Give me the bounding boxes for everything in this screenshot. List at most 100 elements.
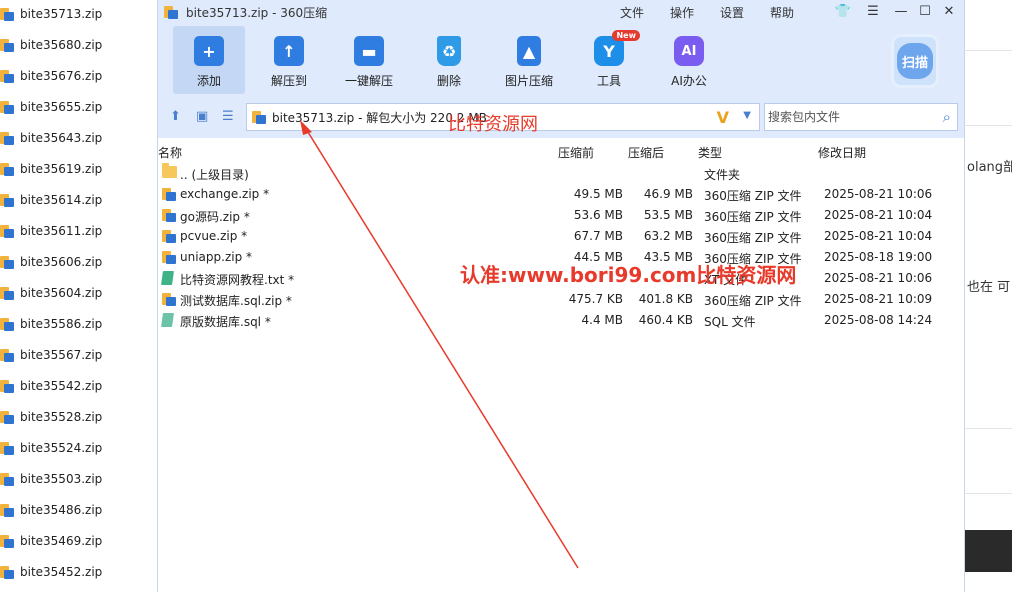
desktop-file-label: bite35452.zip <box>20 565 103 579</box>
desktop-file-item[interactable]: bite35486.zip <box>0 498 102 522</box>
menu-file[interactable]: 文件 <box>620 4 644 21</box>
maximize-button[interactable]: ☐ <box>916 4 934 19</box>
zip-icon <box>0 534 14 548</box>
desktop-file-item[interactable]: bite35542.zip <box>0 374 102 398</box>
file-size-after: 460.4 KB <box>638 313 693 327</box>
tools-button[interactable]: Y New 工具 <box>573 26 645 94</box>
col-type[interactable]: 类型 <box>698 144 722 161</box>
desktop-file-item[interactable]: bite35606.zip <box>0 250 102 274</box>
desktop-file-item[interactable]: bite35524.zip <box>0 436 102 460</box>
menu-help[interactable]: 帮助 <box>770 4 794 21</box>
desktop-file-label: bite35524.zip <box>20 441 103 455</box>
add-button[interactable]: + 添加 <box>173 26 245 94</box>
main-menu-icon[interactable]: ☰ <box>864 4 882 19</box>
file-type: 文件夹 <box>704 168 741 182</box>
file-row[interactable]: .. (上级目录) 文件夹 <box>158 163 964 184</box>
desktop-file-item[interactable]: bite35655.zip <box>0 95 102 119</box>
desktop-file-item[interactable]: bite35680.zip <box>0 33 102 57</box>
search-box: ⌕ <box>764 103 958 131</box>
file-type: 360压缩 ZIP 文件 <box>704 294 802 308</box>
desktop-file-label: bite35713.zip <box>20 7 103 21</box>
list-view-icon[interactable]: ☰ <box>222 109 234 124</box>
image-compress-button[interactable]: ▲ 图片压缩 <box>493 26 565 94</box>
file-row[interactable]: pcvue.zip * 67.7 MB 63.2 MB 360压缩 ZIP 文件 202… <box>158 226 964 247</box>
file-size-before: 67.7 MB <box>573 229 623 243</box>
desktop-file-item[interactable]: bite35611.zip <box>0 219 102 243</box>
file-date: 2025-08-18 19:00 <box>824 250 933 264</box>
file-row[interactable]: exchange.zip * 49.5 MB 46.9 MB 360压缩 ZIP 文件… <box>158 184 964 205</box>
zip-icon <box>162 292 176 306</box>
desktop-file-item[interactable]: bite35586.zip <box>0 312 102 336</box>
verify-icon[interactable]: V <box>717 108 729 127</box>
watermark-large: 认准:www.bori99.com比特资源网 <box>460 263 797 287</box>
zip-icon <box>162 208 176 222</box>
zip-icon <box>0 503 14 517</box>
one-click-extract-icon: ▬ <box>354 36 384 66</box>
chevron-down-icon[interactable]: ▼ <box>743 110 751 121</box>
title-bar[interactable]: bite35713.zip - 360压缩 文件 操作 设置 帮助 👕 ☰ — … <box>158 0 964 24</box>
file-name: 原版数据库.sql * <box>180 315 271 329</box>
file-date: 2025-08-21 10:06 <box>824 271 933 285</box>
col-after[interactable]: 压缩后 <box>628 144 664 161</box>
background-text: olang部 <box>967 160 1012 175</box>
file-name: .. (上级目录) <box>180 168 249 182</box>
ai-office-button[interactable]: AI AI办公 <box>653 26 725 94</box>
extract-to-button[interactable]: ↑ 解压到 <box>253 26 325 94</box>
zip-icon <box>0 565 14 579</box>
desktop-file-label: bite35606.zip <box>20 255 103 269</box>
tools-label: 工具 <box>596 74 621 88</box>
new-badge: New <box>612 30 640 41</box>
desktop-file-item[interactable]: bite35452.zip <box>0 560 102 584</box>
add-label: 添加 <box>196 74 221 88</box>
desktop-file-list: bite35713.zip bite35680.zip bite35676.zip b… <box>0 0 156 592</box>
delete-button[interactable]: ♻ 删除 <box>413 26 485 94</box>
file-row[interactable]: go源码.zip * 53.6 MB 53.5 MB 360压缩 ZIP 文件 2025… <box>158 205 964 226</box>
col-date[interactable]: 修改日期 <box>818 144 866 161</box>
sql-icon <box>161 313 174 327</box>
desktop-file-item[interactable]: bite35469.zip <box>0 529 102 553</box>
desktop-file-item[interactable]: bite35643.zip <box>0 126 102 150</box>
menu-operate[interactable]: 操作 <box>670 4 694 21</box>
file-size-before: 53.6 MB <box>573 208 623 222</box>
desktop-file-item[interactable]: bite35619.zip <box>0 157 102 181</box>
file-row[interactable]: 原版数据库.sql * 4.4 MB 460.4 KB SQL 文件 2025-08-0… <box>158 310 964 331</box>
zip-icon <box>0 286 14 300</box>
file-name: go源码.zip * <box>180 210 250 224</box>
zip-icon <box>0 224 14 238</box>
file-date: 2025-08-21 10:04 <box>824 208 933 222</box>
minimize-button[interactable]: — <box>892 4 910 19</box>
search-input[interactable] <box>768 110 918 124</box>
col-before[interactable]: 压缩前 <box>558 144 594 161</box>
file-size-after: 53.5 MB <box>643 208 693 222</box>
extract-to-icon: ↑ <box>274 36 304 66</box>
txt-icon <box>161 271 174 285</box>
file-size-after: 401.8 KB <box>638 292 693 306</box>
zip-icon <box>162 250 176 264</box>
skin-icon[interactable]: 👕 <box>834 4 852 19</box>
desktop-file-item[interactable]: bite35713.zip <box>0 2 102 26</box>
file-row[interactable]: 测试数据库.sql.zip * 475.7 KB 401.8 KB 360压缩 ZIP… <box>158 289 964 310</box>
one-click-extract-label: 一键解压 <box>344 74 393 88</box>
col-name[interactable]: 名称 <box>158 144 182 161</box>
one-click-extract-button[interactable]: ▬ 一键解压 <box>333 26 405 94</box>
desktop-file-item[interactable]: bite35503.zip <box>0 467 102 491</box>
desktop-file-item[interactable]: bite35567.zip <box>0 343 102 367</box>
search-icon[interactable]: ⌕ <box>943 108 951 126</box>
menu-settings[interactable]: 设置 <box>720 4 744 21</box>
file-date: 2025-08-21 10:04 <box>824 229 933 243</box>
scan-button[interactable]: 扫描 <box>891 34 939 88</box>
desktop-file-item[interactable]: bite35528.zip <box>0 405 102 429</box>
file-name: exchange.zip * <box>180 187 270 201</box>
desktop-file-item[interactable]: bite35676.zip <box>0 64 102 88</box>
close-button[interactable]: ✕ <box>940 4 958 19</box>
zip-icon <box>0 348 14 362</box>
zip-icon <box>0 317 14 331</box>
watermark-small: 比特资源网 <box>448 114 538 135</box>
desktop-file-label: bite35614.zip <box>20 193 103 207</box>
desktop-file-item[interactable]: bite35604.zip <box>0 281 102 305</box>
up-arrow-icon[interactable]: ⬆ <box>170 109 181 124</box>
desktop-file-item[interactable]: bite35614.zip <box>0 188 102 212</box>
thumbnail-view-icon[interactable]: ▣ <box>196 109 208 124</box>
menu-bar: 文件 操作 设置 帮助 <box>620 4 820 21</box>
file-type: 360压缩 ZIP 文件 <box>704 210 802 224</box>
